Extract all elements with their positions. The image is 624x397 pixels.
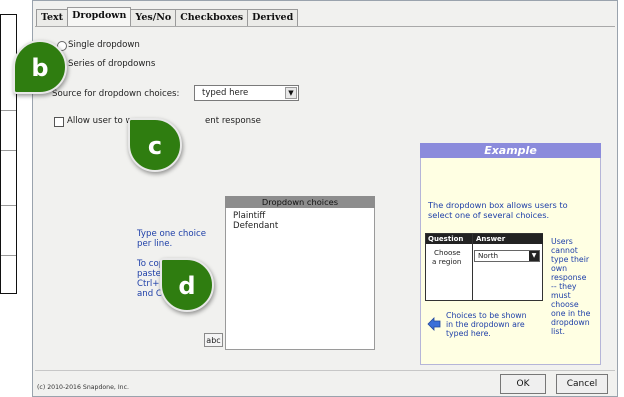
callout-c: c <box>128 118 182 172</box>
side-note-line: response <box>551 273 587 282</box>
source-label: Source for dropdown choices: <box>52 89 180 99</box>
ok-button[interactable]: OK <box>500 374 546 394</box>
series-dropdown-label: Series of dropdowns <box>68 59 156 69</box>
example-region-value: North <box>478 251 499 260</box>
choice-item: Defendant <box>233 221 279 231</box>
instruction-text: Ctrl+ <box>137 279 160 289</box>
dropdown-choices-header: Dropdown choices <box>225 196 375 208</box>
chevron-down-icon[interactable]: ▼ <box>285 87 297 99</box>
example-hint: typed here. <box>446 329 491 338</box>
copyright-text: (c) 2010-2016 Snapdone, Inc. <box>37 384 129 391</box>
side-note-line: must <box>551 291 571 300</box>
single-dropdown-label: Single dropdown <box>68 40 140 50</box>
example-description: The dropdown box allows users to <box>428 200 568 210</box>
source-select[interactable]: typed here ▼ <box>194 85 299 101</box>
instruction-text: paste <box>137 269 161 279</box>
divider <box>1 150 16 151</box>
side-note-line: Users <box>551 237 573 246</box>
example-question-cell: a region <box>432 257 462 266</box>
arrow-left-icon <box>427 317 441 331</box>
example-title: Example <box>420 143 601 158</box>
example-question-header: Question <box>426 234 473 244</box>
instruction-text: and C <box>137 289 162 299</box>
tab-derived[interactable]: Derived <box>247 9 299 26</box>
divider <box>1 255 16 256</box>
chevron-down-icon: ▼ <box>529 251 539 261</box>
divider <box>1 205 16 206</box>
spellcheck-button[interactable]: abc <box>204 333 223 347</box>
side-note-line: type their <box>551 255 590 264</box>
footer-divider <box>35 370 615 371</box>
example-table: Question Answer Choose a region <box>425 233 543 301</box>
callout-b: b <box>13 40 67 94</box>
tab-yes-no[interactable]: Yes/No <box>130 9 177 26</box>
side-note-line: -- they <box>551 282 577 291</box>
allow-custom-response-checkbox[interactable] <box>54 117 64 127</box>
cancel-button[interactable]: Cancel <box>556 374 608 394</box>
choice-item: Plaintiff <box>233 211 266 221</box>
divider <box>1 110 16 111</box>
instruction-text: Type one choice <box>137 229 207 239</box>
instruction-text: per line. <box>137 239 173 249</box>
example-hint: in the dropdown are <box>446 320 525 329</box>
side-note-line: list. <box>551 327 565 336</box>
example-hint: Choices to be shown <box>446 311 527 320</box>
example-side-note: Users cannot type their own response -- … <box>551 237 599 336</box>
example-answer-header: Answer <box>473 234 543 244</box>
side-note-line: dropdown <box>551 318 590 327</box>
side-note-line: one in the <box>551 309 591 318</box>
side-note-line: cannot <box>551 246 578 255</box>
side-note-line: own <box>551 264 568 273</box>
example-question-cell: Choose <box>434 248 461 257</box>
example-description: select one of several choices. <box>428 210 550 220</box>
example-region-select: North ▼ <box>474 250 540 262</box>
tab-checkboxes[interactable]: Checkboxes <box>175 9 249 26</box>
table-divider <box>472 234 473 300</box>
tab-bar: Text Dropdown Yes/No Checkboxes Derived <box>36 7 299 27</box>
tab-dropdown[interactable]: Dropdown <box>67 7 132 26</box>
allow-custom-response-label-start: Allow user to w <box>67 116 133 126</box>
callout-d: d <box>160 258 214 312</box>
allow-custom-response-label-end: ent response <box>205 116 261 126</box>
source-select-value: typed here <box>202 88 249 98</box>
side-note-line: choose <box>551 300 579 309</box>
tab-text[interactable]: Text <box>36 9 69 26</box>
